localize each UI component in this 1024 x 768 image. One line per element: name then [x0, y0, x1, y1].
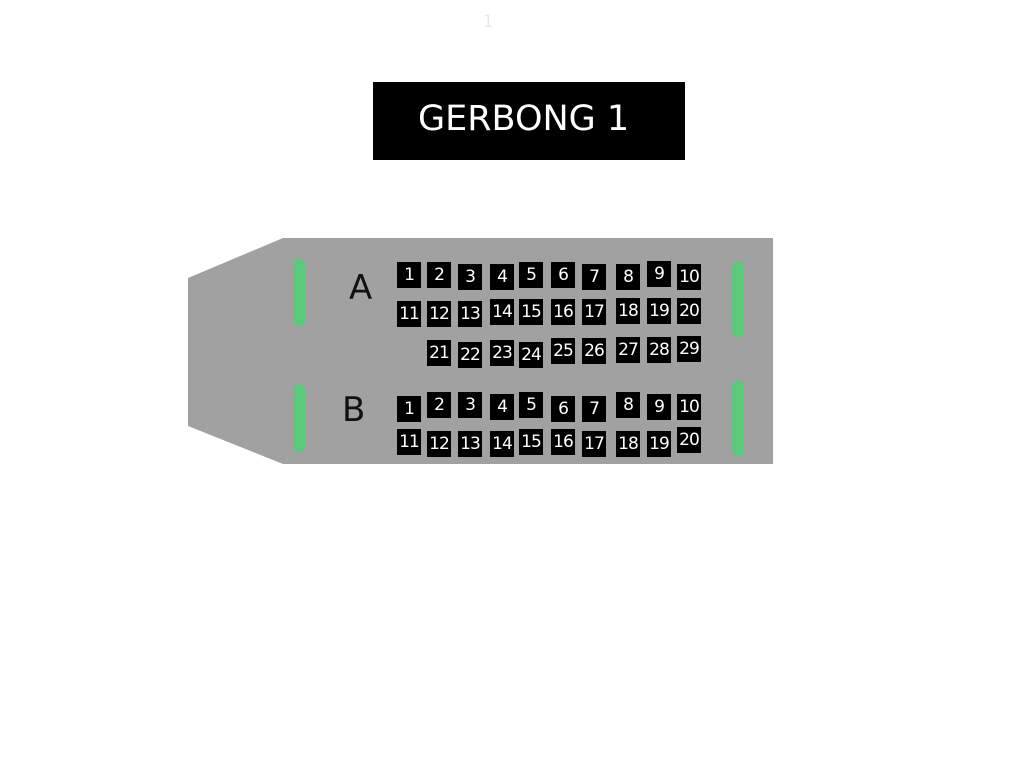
seat-b-7[interactable]: 7: [582, 396, 606, 422]
seat-b-6[interactable]: 6: [551, 396, 575, 422]
seat-a-4[interactable]: 4: [490, 264, 514, 290]
seat-b-4[interactable]: 4: [490, 394, 514, 420]
door-right-upper: [732, 261, 744, 337]
seat-a-3[interactable]: 3: [458, 264, 482, 290]
seat-b-18[interactable]: 18: [616, 431, 640, 457]
seat-b-15[interactable]: 15: [519, 429, 543, 455]
door-left-lower: [293, 384, 305, 452]
seat-a-8[interactable]: 8: [616, 264, 640, 290]
seat-a-13[interactable]: 13: [458, 301, 482, 327]
seat-b-2[interactable]: 2: [427, 392, 451, 418]
seat-b-3[interactable]: 3: [458, 392, 482, 418]
seat-a-22[interactable]: 22: [458, 342, 482, 368]
seat-b-14[interactable]: 14: [490, 431, 514, 457]
seat-a-18[interactable]: 18: [616, 298, 640, 324]
door-left-upper: [293, 258, 305, 326]
row-label-a: A: [349, 268, 373, 308]
seat-a-21[interactable]: 21: [427, 340, 451, 366]
seat-a-12[interactable]: 12: [427, 301, 451, 327]
seat-b-10[interactable]: 10: [677, 394, 701, 420]
seat-b-1[interactable]: 1: [397, 396, 421, 422]
seat-a-1[interactable]: 1: [397, 262, 421, 288]
seat-a-28[interactable]: 28: [647, 337, 671, 363]
seat-a-7[interactable]: 7: [582, 264, 606, 290]
seat-a-2[interactable]: 2: [427, 262, 451, 288]
seat-b-9[interactable]: 9: [647, 394, 671, 420]
seat-a-26[interactable]: 26: [582, 338, 606, 364]
seat-b-13[interactable]: 13: [458, 431, 482, 457]
row-label-b: B: [342, 390, 366, 430]
seat-b-19[interactable]: 19: [647, 431, 671, 457]
seat-a-23[interactable]: 23: [490, 340, 514, 366]
seat-a-16[interactable]: 16: [551, 299, 575, 325]
seat-b-8[interactable]: 8: [616, 392, 640, 418]
seat-a-10[interactable]: 10: [677, 264, 701, 290]
seat-a-24[interactable]: 24: [519, 342, 543, 368]
seat-a-15[interactable]: 15: [519, 299, 543, 325]
seat-a-6[interactable]: 6: [551, 262, 575, 288]
seat-b-20[interactable]: 20: [677, 427, 701, 453]
seat-a-20[interactable]: 20: [677, 298, 701, 324]
seat-a-14[interactable]: 14: [490, 299, 514, 325]
seat-map-page: 1 GERBONG 1 A B 1 2 3 4 5 6 7 8 9 10 11 12 13 14 15 16 1…: [0, 0, 1024, 768]
door-right-lower: [732, 380, 744, 456]
seat-b-11[interactable]: 11: [397, 429, 421, 455]
seat-b-16[interactable]: 16: [551, 429, 575, 455]
seat-a-27[interactable]: 27: [616, 337, 640, 363]
seat-a-9[interactable]: 9: [647, 261, 671, 287]
seat-b-12[interactable]: 12: [427, 431, 451, 457]
seat-a-29[interactable]: 29: [677, 336, 701, 362]
seat-b-17[interactable]: 17: [582, 431, 606, 457]
train-car-body: [188, 238, 773, 464]
seat-a-25[interactable]: 25: [551, 338, 575, 364]
seat-a-11[interactable]: 11: [397, 301, 421, 327]
seat-a-5[interactable]: 5: [519, 262, 543, 288]
seat-a-19[interactable]: 19: [647, 298, 671, 324]
seat-b-5[interactable]: 5: [519, 392, 543, 418]
seat-a-17[interactable]: 17: [582, 299, 606, 325]
